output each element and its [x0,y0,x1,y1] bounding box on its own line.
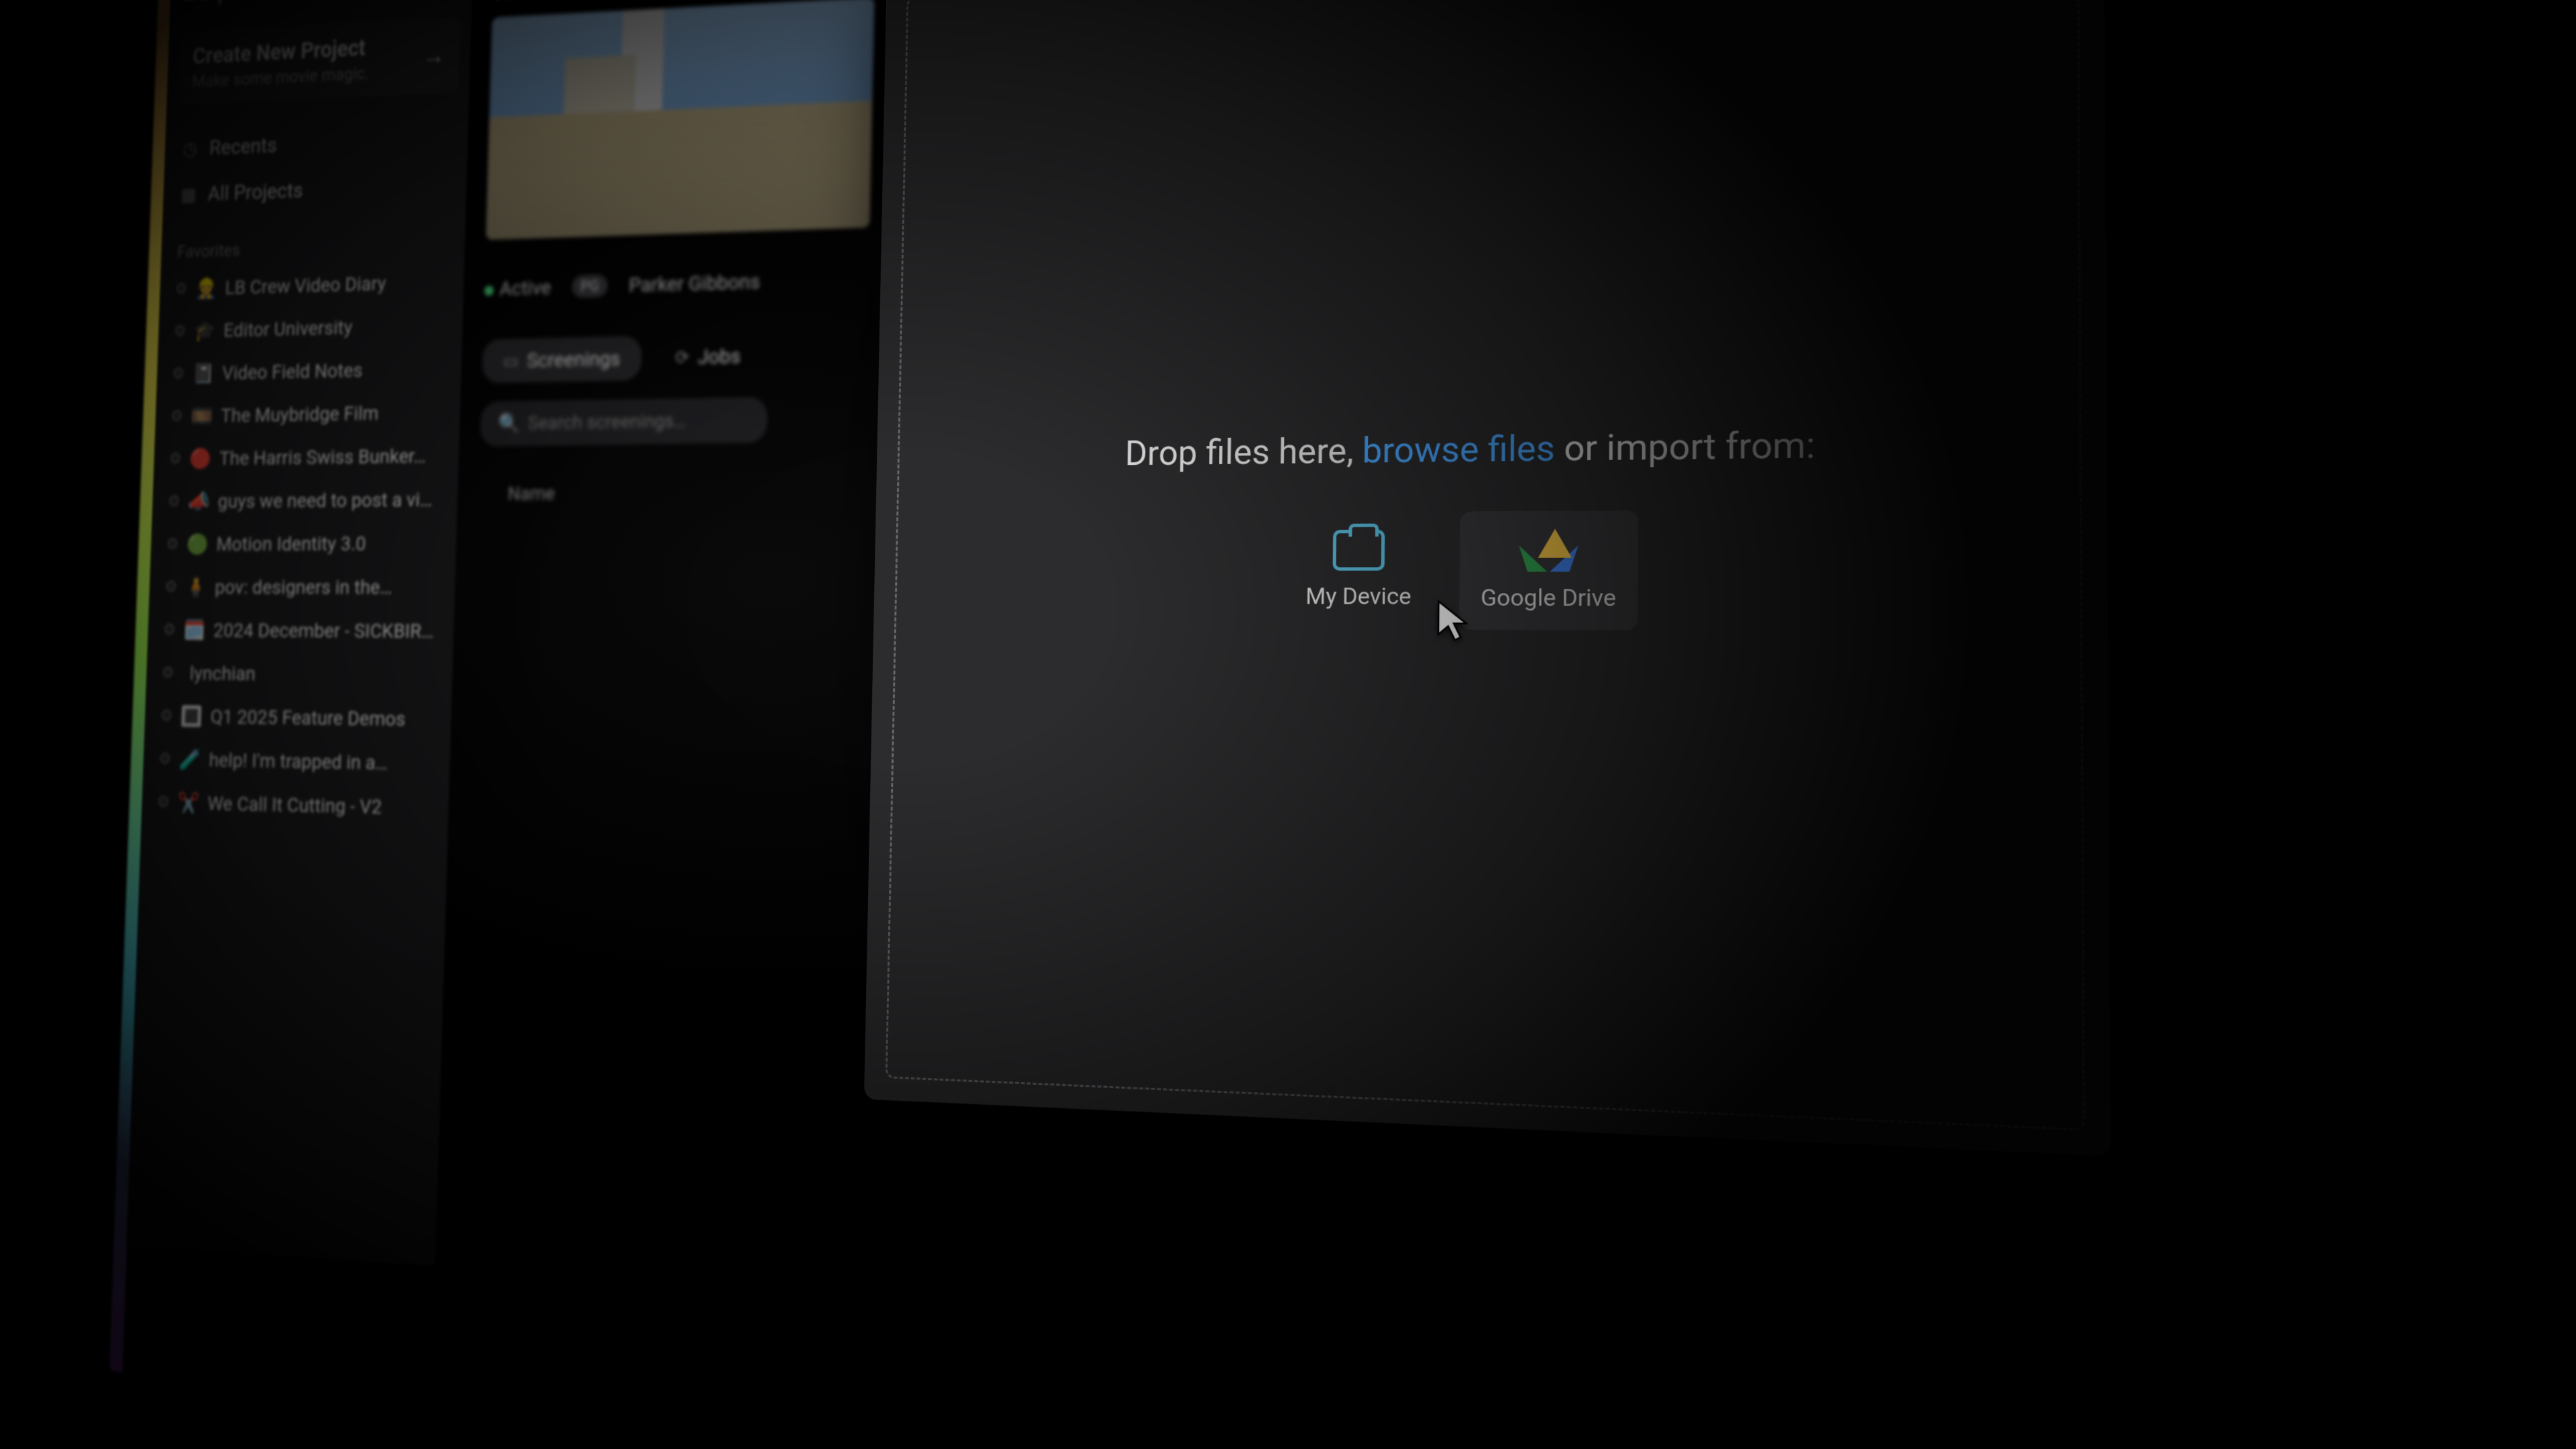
sidebar-favorite-item[interactable]: ⚙ lynchian [158,651,441,697]
search-placeholder: Search screenings… [528,410,686,435]
sidebar-favorite-item[interactable]: ⚙ 👷 LB Crew Video Diary [171,260,453,311]
tab-label: Jobs [698,343,741,368]
sidebar-favorite-item[interactable]: ⚙ 📣 guys we need to post a video [164,478,447,523]
sidebar-favorite-item[interactable]: ⚙ 🗓️ 2024 December - SICKBIRD … [159,608,443,653]
gear-icon: ⚙ [170,407,184,425]
favorite-emoji: 🎓 [193,319,216,342]
favorite-emoji: 🟢 [186,533,209,556]
favorite-emoji: 📓 [192,362,215,385]
favorite-label: guys we need to post a video [217,488,443,513]
grid-icon: ▦ [179,184,199,205]
gear-icon: ⚙ [166,535,179,553]
sidebar-item-label: All Projects [207,178,303,206]
favorite-emoji: 🧪 [178,747,201,771]
folder-icon [1332,529,1385,570]
arrow-right-icon: → [422,41,445,71]
gear-icon: ⚙ [160,706,173,725]
gear-icon: ⚙ [168,449,182,468]
favorite-label: pov: designers in the… [215,575,393,598]
clock-icon: ◷ [180,138,200,160]
favorite-label: The Harris Swiss Bunker… [219,444,426,470]
favorite-emoji: 📣 [188,490,211,513]
gear-icon: ⚙ [158,749,172,768]
favorite-label: The Muybridge Film [220,401,379,427]
google-drive-icon [1523,529,1573,572]
sidebar-item-label: Recents [209,133,277,160]
favorite-label: Editor University [223,315,353,341]
jobs-icon: ⟳ [675,346,690,368]
gear-icon: ⚙ [164,578,178,596]
import-source-label: Google Drive [1481,584,1616,612]
tab-jobs[interactable]: ⟳ Jobs [653,333,763,380]
favorite-emoji: 🔳 [180,704,203,728]
favorite-emoji: ✂️ [177,791,200,815]
favorite-label: 2024 December - SICKBIRD … [213,619,439,643]
tab-label: Screenings [527,346,621,372]
favorite-emoji: 🗓️ [183,619,206,642]
favorite-label: We Call It Cutting - V2 [207,792,382,819]
sidebar-favorite-item[interactable]: ⚙ 📓 Video Field Notes [168,346,450,395]
sidebar-favorite-item[interactable]: ⚙ 🟢 Motion Identity 3.0 [162,521,445,566]
sidebar-favorite-item[interactable]: ⚙ 🎞️ The Muybridge Film [166,390,449,437]
favorite-label: lynchian [189,661,256,686]
owner-avatar[interactable]: PG [572,274,608,298]
favorite-label: LB Crew Video Diary [225,272,386,299]
app-title: Sequence [182,0,290,7]
favorite-emoji: 🧍 [184,576,207,599]
sidebar-favorite-item[interactable]: ⚙ 🎓 Editor University [170,303,452,353]
gear-icon: ⚙ [172,364,185,383]
gear-icon: ⚙ [174,280,188,299]
sidebar-favorite-item[interactable]: ⚙ 🔴 The Harris Swiss Bunker… [165,433,448,480]
favorites-label: Favorites [177,233,454,262]
search-input[interactable]: 🔍 Search screenings… [480,397,767,447]
project-thumbnail[interactable] [486,0,874,240]
browse-files-link[interactable]: browse files [1362,427,1555,471]
screenings-icon: ▭ [503,350,519,371]
column-header-name: Name [507,482,555,505]
import-google-drive-button[interactable]: Google Drive [1460,510,1638,630]
favorite-label: Motion Identity 3.0 [216,531,366,555]
status-badge: Active [484,275,551,301]
gear-icon: ⚙ [157,793,170,812]
sidebar-favorite-item[interactable]: ⚙ 🔳 Q1 2025 Feature Demos [156,694,440,741]
project-owner: Parker Gibbons [629,269,761,297]
upload-modal: ✕ Drop files here, browse files or impor… [865,0,2110,1156]
dropzone-text: Drop files here, browse files or import … [1125,423,1815,473]
gear-icon: ⚙ [161,663,174,682]
sidebar: Sequence ⌄ 🔔 Create New Project Make som… [127,0,474,1266]
create-project-button[interactable]: Create New Project Make some movie magic… [178,17,460,105]
search-icon: 🔍 [498,413,520,435]
tab-screenings[interactable]: ▭ Screenings [482,336,642,384]
sidebar-favorite-item[interactable]: ⚙ ✂️ We Call It Cutting - V2 [153,780,437,830]
favorite-emoji: 🔴 [189,447,212,470]
import-my-device-button[interactable]: My Device [1285,511,1432,628]
gear-icon: ⚙ [173,322,186,341]
favorite-emoji: 🎞️ [191,404,213,427]
import-source-label: My Device [1305,582,1411,610]
favorite-label: help! I'm trapped in a… [209,748,388,775]
sidebar-favorite-item[interactable]: ⚙ 🧍 pov: designers in the… [160,565,444,609]
file-dropzone[interactable]: Drop files here, browse files or import … [885,0,2085,1131]
sidebar-favorite-item[interactable]: ⚙ 🧪 help! I'm trapped in a… [154,737,439,786]
favorite-label: Q1 2025 Feature Demos [210,704,406,731]
favorite-label: Video Field Notes [222,358,363,384]
favorite-emoji: 👷 [195,276,218,300]
gear-icon: ⚙ [162,621,176,639]
gear-icon: ⚙ [167,492,180,511]
